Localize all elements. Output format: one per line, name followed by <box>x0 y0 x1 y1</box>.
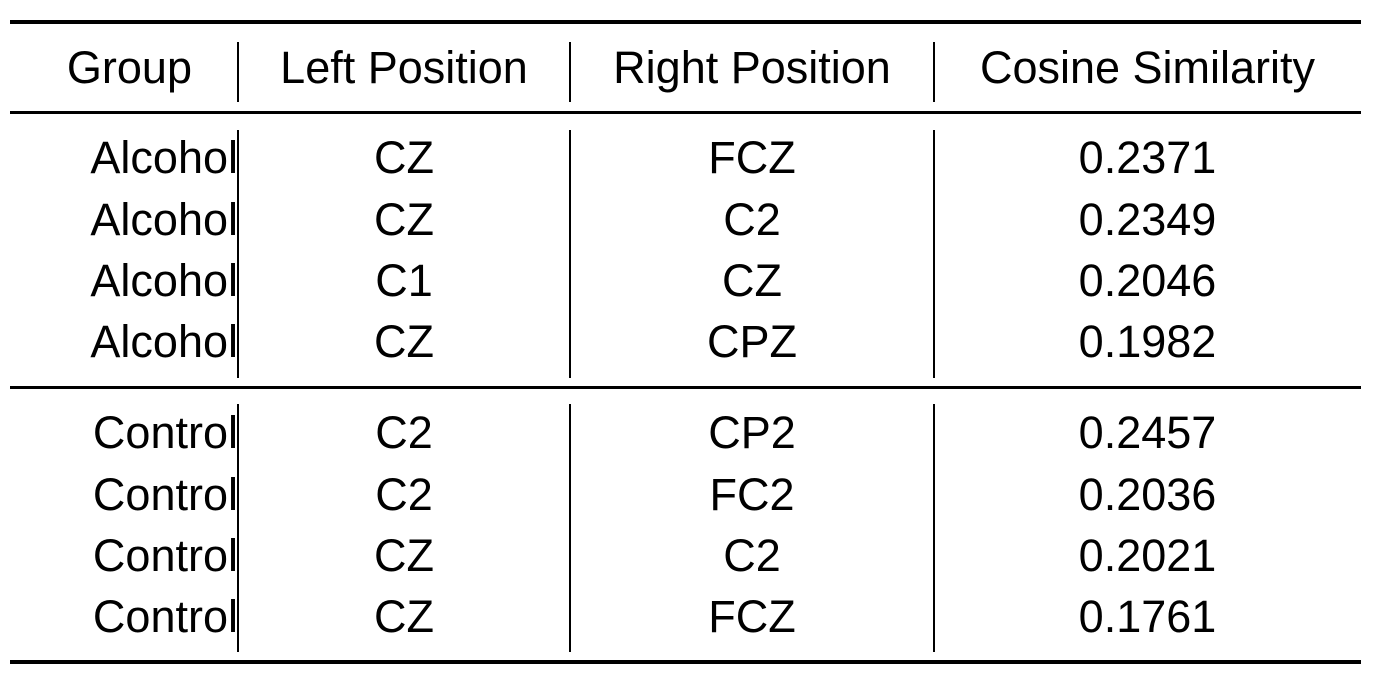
bottom-rule <box>10 660 1361 664</box>
cell-cosine-similarity: 0.2046 <box>1078 255 1217 306</box>
cell-group: Control <box>92 469 238 520</box>
cell-cosine-similarity: 0.2371 <box>1078 132 1217 183</box>
cell-cosine-similarity: 0.2349 <box>1078 194 1217 245</box>
cell-group: Alcohol <box>90 194 238 245</box>
cell-left-position: CZ <box>374 530 434 581</box>
cell-left-position: C1 <box>375 255 433 306</box>
cell-left-position: CZ <box>374 132 434 183</box>
cell-cosine-similarity: 0.1761 <box>1078 591 1217 642</box>
header-divider-2 <box>569 42 571 102</box>
header-rule <box>10 111 1361 114</box>
top-rule <box>10 20 1361 24</box>
cell-left-position: C2 <box>375 469 433 520</box>
cell-right-position: FCZ <box>708 591 796 642</box>
cell-right-position: FC2 <box>709 469 795 520</box>
cell-group: Alcohol <box>90 255 238 306</box>
header-cosine-similarity: Cosine Similarity <box>979 42 1316 93</box>
cell-cosine-similarity: 0.2021 <box>1078 530 1217 581</box>
cell-right-position: CP2 <box>708 407 796 458</box>
header-right-position: Right Position <box>613 42 891 93</box>
cell-right-position: CPZ <box>707 316 797 367</box>
cell-right-position: C2 <box>723 530 781 581</box>
cell-left-position: CZ <box>374 316 434 367</box>
header-divider-3 <box>933 42 935 102</box>
header-group: Group <box>66 42 192 93</box>
cell-left-position: CZ <box>374 591 434 642</box>
cell-right-position: CZ <box>722 255 782 306</box>
cell-cosine-similarity: 0.2457 <box>1078 407 1217 458</box>
cell-group: Control <box>92 407 238 458</box>
section-rule <box>10 386 1361 389</box>
cell-group: Alcohol <box>90 316 238 367</box>
header-left-position: Left Position <box>280 42 528 93</box>
cell-group: Alcohol <box>90 132 238 183</box>
cell-right-position: C2 <box>723 194 781 245</box>
cell-group: Control <box>92 530 238 581</box>
cell-cosine-similarity: 0.1982 <box>1078 316 1217 367</box>
cell-left-position: C2 <box>375 407 433 458</box>
cell-right-position: FCZ <box>708 132 796 183</box>
cell-group: Control <box>92 591 238 642</box>
cell-cosine-similarity: 0.2036 <box>1078 469 1217 520</box>
header-divider-1 <box>237 42 239 102</box>
cell-left-position: CZ <box>374 194 434 245</box>
